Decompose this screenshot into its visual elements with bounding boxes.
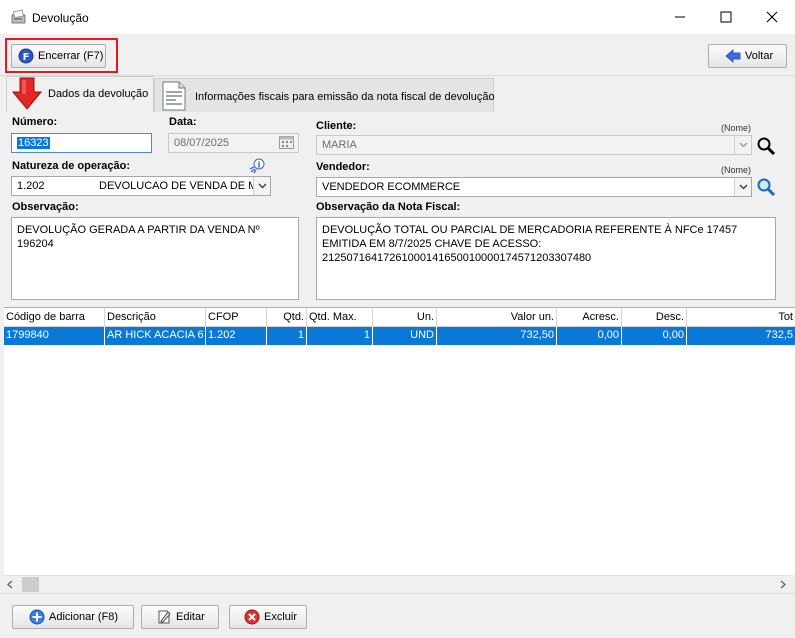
cell-valor-un[interactable]: 732,50 xyxy=(437,327,557,345)
vendedor-label: Vendedor: xyxy=(316,161,370,173)
svg-text:i: i xyxy=(257,160,260,170)
tab-dados-devolucao[interactable]: Dados da devolução xyxy=(6,76,154,112)
natureza-label: Natureza de operação: xyxy=(12,160,130,172)
calendar-icon[interactable] xyxy=(279,136,294,149)
natureza-combo[interactable]: 1.202 DEVOLUCAO DE VENDA DE MERC xyxy=(11,176,271,196)
numero-value: 16323 xyxy=(17,137,50,149)
vendedor-hint: (Nome) xyxy=(721,165,752,175)
observacao-label: Observação: xyxy=(12,201,79,213)
highlight-box xyxy=(5,38,118,73)
col-header-valor-un[interactable]: Valor un. xyxy=(437,308,557,327)
cell-qtd[interactable]: 1 xyxy=(267,327,307,345)
vendedor-dropdown[interactable] xyxy=(734,178,751,196)
col-header-qtd[interactable]: Qtd. xyxy=(267,308,307,327)
cell-total[interactable]: 732,5 xyxy=(687,327,795,345)
cell-un[interactable]: UND xyxy=(373,327,437,345)
scroll-thumb[interactable] xyxy=(22,577,39,592)
cell-codigo[interactable]: 1799840 xyxy=(4,327,105,345)
cell-qtd-max[interactable]: 1 xyxy=(307,327,373,345)
close-button[interactable] xyxy=(749,0,795,34)
cell-acresc[interactable]: 0,00 xyxy=(557,327,622,345)
observacao-nf-label: Observação da Nota Fiscal: xyxy=(316,201,461,213)
observacao-nf-textarea[interactable]: DEVOLUÇÃO TOTAL OU PARCIAL DE MERCADORIA… xyxy=(316,217,776,300)
col-header-descricao[interactable]: Descrição xyxy=(105,308,206,327)
minimize-icon xyxy=(675,16,685,18)
numero-label: Número: xyxy=(12,116,58,128)
natureza-code: 1.202 xyxy=(17,180,45,192)
col-header-desc[interactable]: Desc. xyxy=(622,308,687,327)
app-icon xyxy=(11,9,26,24)
col-header-un[interactable]: Un. xyxy=(373,308,437,327)
maximize-icon xyxy=(720,11,732,23)
delete-icon xyxy=(244,609,260,625)
cell-descricao[interactable]: AR HICK ACACIA 6 f xyxy=(105,327,206,345)
natureza-dropdown[interactable] xyxy=(253,177,270,195)
data-value: 08/07/2025 xyxy=(174,137,230,149)
cliente-hint: (Nome) xyxy=(721,123,752,133)
chevron-down-icon xyxy=(739,184,747,190)
maximize-button[interactable] xyxy=(703,0,749,34)
search-icon[interactable] xyxy=(756,136,776,155)
vendedor-value: VENDEDOR ECOMMERCE xyxy=(322,181,461,193)
close-icon xyxy=(766,11,778,23)
natureza-desc: DEVOLUCAO DE VENDA DE MERC xyxy=(99,180,271,192)
observacao-value: DEVOLUÇÃO GERADA A PARTIR DA VENDA Nº 19… xyxy=(17,224,260,250)
minimize-button[interactable] xyxy=(657,0,703,34)
observacao-nf-value: DEVOLUÇÃO TOTAL OU PARCIAL DE MERCADORIA… xyxy=(322,224,738,264)
excluir-label: Excluir xyxy=(264,611,298,623)
chevron-down-icon xyxy=(258,183,266,189)
vendedor-combo[interactable]: VENDEDOR ECOMMERCE xyxy=(316,177,752,197)
scroll-left-icon[interactable] xyxy=(6,580,14,589)
cliente-dropdown[interactable] xyxy=(734,136,751,154)
voltar-label: Voltar xyxy=(745,50,774,62)
info-icon[interactable]: i xyxy=(249,157,266,174)
cliente-label: Cliente: xyxy=(316,120,357,132)
cell-cfop[interactable]: 1.202 xyxy=(206,327,267,345)
cell-desc[interactable]: 0,00 xyxy=(622,327,687,345)
chevron-down-icon xyxy=(739,142,747,148)
voltar-button[interactable]: Voltar xyxy=(708,44,787,68)
tab-informacoes-fiscais[interactable]: Informações fiscais para emissão da nota… xyxy=(154,78,495,112)
add-icon xyxy=(29,609,45,625)
cliente-value: MARIA xyxy=(322,139,357,151)
tab-label: Dados da devolução xyxy=(48,88,149,100)
editar-label: Editar xyxy=(176,611,205,623)
horizontal-scrollbar[interactable] xyxy=(4,575,791,592)
excluir-button[interactable]: Excluir xyxy=(229,605,307,629)
col-header-acresc[interactable]: Acresc. xyxy=(557,308,622,327)
col-header-cfop[interactable]: CFOP xyxy=(206,308,267,327)
cliente-combo[interactable]: MARIA xyxy=(316,135,752,155)
edit-icon xyxy=(158,610,171,624)
numero-input[interactable]: 16323 xyxy=(11,133,152,153)
adicionar-button[interactable]: Adicionar (F8) xyxy=(12,605,134,629)
data-label: Data: xyxy=(169,116,197,128)
back-arrow-icon xyxy=(725,49,741,63)
tab-label: Informações fiscais para emissão da nota… xyxy=(195,91,495,103)
toolbar xyxy=(0,34,795,76)
items-grid[interactable]: Código de barra Descrição CFOP Qtd. Qtd.… xyxy=(4,307,795,575)
col-header-codigo[interactable]: Código de barra xyxy=(4,308,105,327)
col-header-total[interactable]: Tot xyxy=(687,308,795,327)
col-header-qtd-max[interactable]: Qtd. Max. xyxy=(307,308,373,327)
document-icon xyxy=(162,81,186,111)
down-arrow-icon xyxy=(12,77,42,110)
scroll-right-icon[interactable] xyxy=(779,580,787,589)
search-icon[interactable] xyxy=(756,177,776,196)
observacao-textarea[interactable]: DEVOLUÇÃO GERADA A PARTIR DA VENDA Nº 19… xyxy=(11,217,299,300)
editar-button[interactable]: Editar xyxy=(141,605,219,629)
window-title: Devolução xyxy=(32,11,89,25)
adicionar-label: Adicionar (F8) xyxy=(49,611,119,623)
